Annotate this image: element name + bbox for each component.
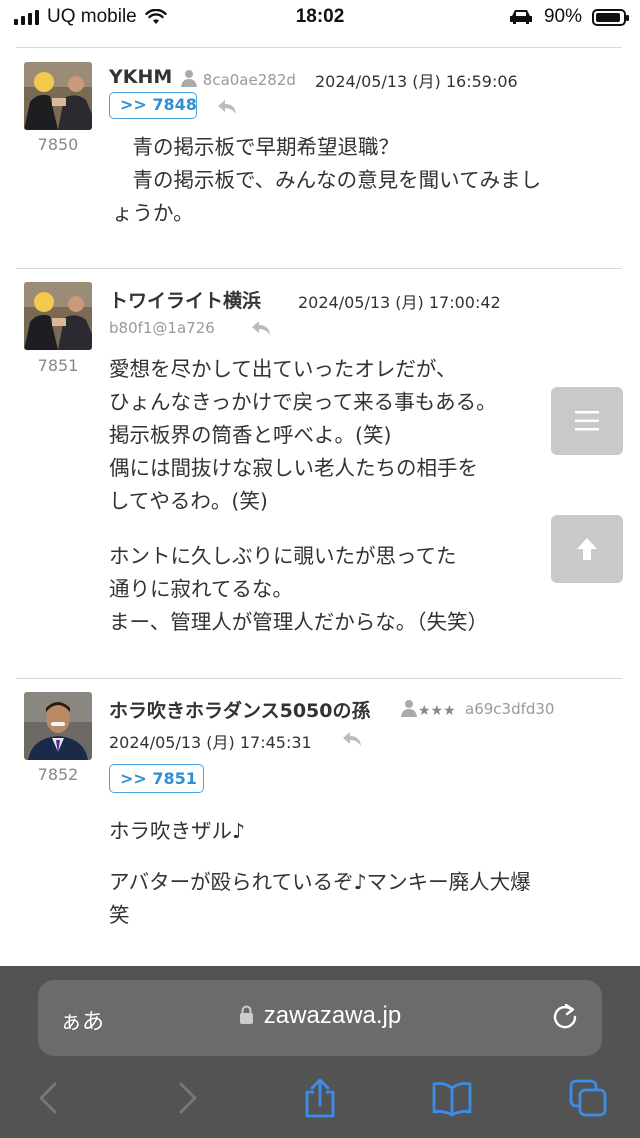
- divider: [16, 268, 622, 269]
- post-number: 7852: [37, 765, 79, 784]
- avatar[interactable]: [24, 62, 92, 130]
- lock-icon: [239, 1005, 253, 1024]
- post-date: 2024/05/13 (月) 17:45:31: [109, 733, 312, 752]
- reply-anchor-link[interactable]: >> 7848: [109, 92, 197, 119]
- arrow-up-icon: [577, 538, 597, 560]
- user-rank: ★★★: [400, 699, 456, 719]
- reply-arrow-icon[interactable]: [250, 319, 272, 337]
- avatar[interactable]: [24, 282, 92, 350]
- address-bar[interactable]: ぁあ zawazawa.jp: [38, 980, 602, 1056]
- status-bar: UQ mobile 18:02 90%: [0, 0, 640, 38]
- browser-toolbar: ぁあ zawazawa.jp: [0, 966, 640, 1138]
- reload-icon[interactable]: [550, 1001, 580, 1031]
- url-display[interactable]: zawazawa.jp: [38, 1002, 602, 1030]
- person-icon: [401, 700, 417, 717]
- battery-percent: 90%: [543, 6, 582, 27]
- car-icon: [509, 10, 532, 24]
- user-id: a69c3dfd30: [465, 700, 555, 718]
- post-body: 青の掲示板で早期希望退職？ 青の掲示板で、みんなの意見を聞いてみまし ょうか。: [112, 135, 542, 225]
- back-arrow-icon[interactable]: [28, 1078, 68, 1118]
- post-body: アバターが殴られているぞ♪マンキー廃人大爆 笑: [109, 870, 531, 927]
- rank-stars: ★★★: [418, 703, 456, 719]
- reply-arrow-icon[interactable]: [341, 730, 363, 748]
- author-name[interactable]: YKHM: [109, 66, 172, 88]
- forward-arrow-icon[interactable]: [168, 1078, 208, 1118]
- tabs-icon[interactable]: [568, 1078, 608, 1118]
- menu-icon: [575, 411, 599, 431]
- book-icon[interactable]: [432, 1078, 472, 1118]
- post-date: 2024/05/13 (月) 17:00:42: [298, 293, 501, 312]
- divider: [16, 678, 622, 679]
- reply-anchor-link[interactable]: >> 7851: [109, 764, 204, 793]
- scroll-top-button[interactable]: [551, 515, 623, 583]
- share-icon[interactable]: [300, 1078, 340, 1118]
- author-name[interactable]: トワイライト横浜: [109, 286, 261, 313]
- post-number: 7851: [37, 356, 79, 375]
- avatar[interactable]: [24, 692, 92, 760]
- user-id: 8ca0ae282d: [180, 69, 296, 89]
- post-date: 2024/05/13 (月) 16:59:06: [315, 72, 518, 91]
- divider: [16, 47, 622, 48]
- post-number: 7850: [37, 135, 79, 154]
- post-body: ホントに久しぶりに覗いたが思ってた 通りに寂れてるな。 まー、管理人が管理人だか…: [109, 544, 489, 634]
- menu-button[interactable]: [551, 387, 623, 455]
- post-body: 愛想を尽かして出ていったオレだが、 ひょんなきっかけで戻って来る事もある。 掲示…: [109, 357, 497, 513]
- user-id: b80f1@1a726: [109, 319, 215, 337]
- battery-icon: [592, 8, 629, 26]
- person-icon: [181, 70, 197, 87]
- reply-arrow-icon[interactable]: [216, 98, 238, 116]
- post-body: ホラ吹きザル♪: [109, 819, 246, 843]
- author-name[interactable]: ホラ吹きホラダンス5050の孫: [109, 696, 371, 723]
